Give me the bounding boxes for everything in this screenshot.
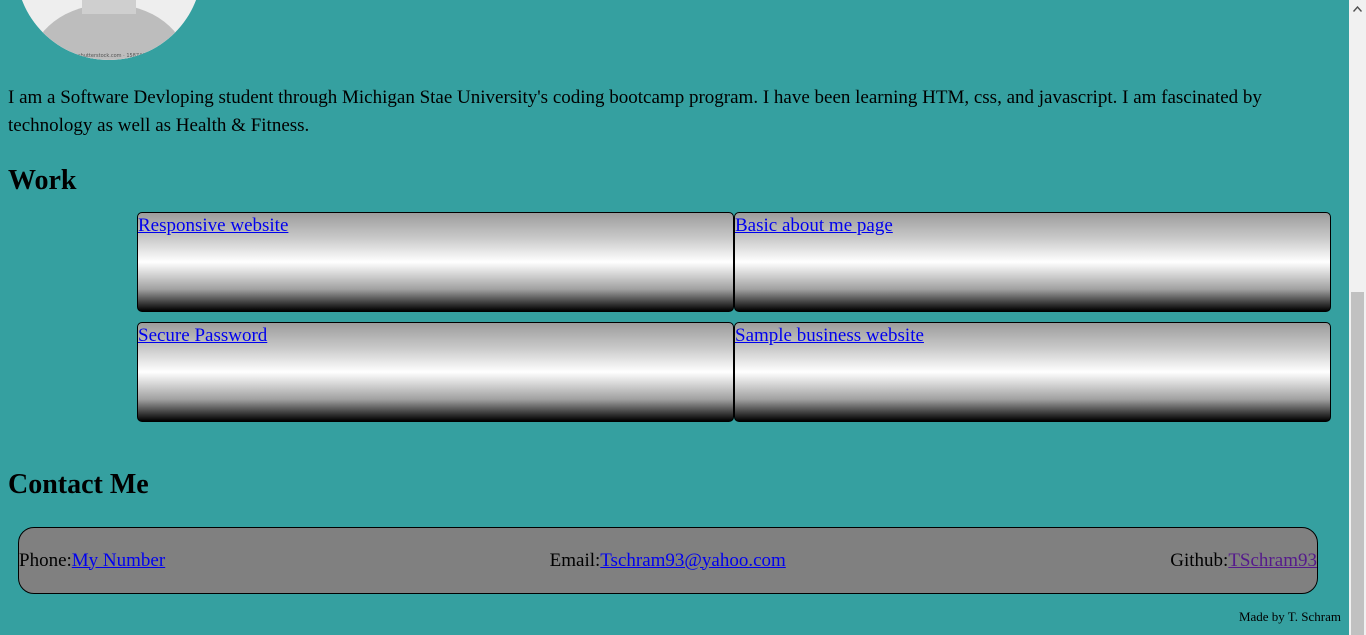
- phone-label: Phone:: [19, 549, 72, 571]
- vertical-scrollbar[interactable]: [1349, 0, 1366, 635]
- github-link[interactable]: TSchram93: [1228, 550, 1317, 571]
- contact-heading: Contact Me: [8, 469, 149, 500]
- work-link-basic-about-me[interactable]: Basic about me page: [735, 215, 893, 236]
- footer-credit: Made by T. Schram: [1238, 609, 1341, 624]
- avatar-placeholder-icon: www.shutterstock.com · 1587402...: [16, 0, 202, 60]
- scrollbar-thumb[interactable]: [1351, 292, 1364, 635]
- work-card-secure-password: Secure Password: [137, 322, 734, 422]
- phone-link[interactable]: My Number: [72, 550, 165, 571]
- scroll-up-arrow-icon[interactable]: [1349, 0, 1366, 17]
- work-card-sample-business: Sample business website: [734, 322, 1331, 422]
- work-link-secure-password[interactable]: Secure Password: [138, 325, 267, 346]
- avatar-watermark: www.shutterstock.com · 1587402...: [65, 53, 154, 59]
- github-label: Github:: [1170, 549, 1229, 571]
- work-link-sample-business[interactable]: Sample business website: [735, 325, 924, 346]
- work-link-responsive-website[interactable]: Responsive website: [138, 215, 288, 236]
- contact-phone: Phone:My Number: [19, 550, 165, 572]
- contact-github: Github:TSchram93: [1170, 550, 1317, 572]
- contact-email: Email:Tschram93@yahoo.com: [550, 550, 786, 572]
- email-label: Email:: [549, 549, 601, 571]
- contact-box: Phone:My Number Email:Tschram93@yahoo.co…: [18, 527, 1318, 594]
- work-card-basic-about-me: Basic about me page: [734, 212, 1331, 312]
- profile-avatar: www.shutterstock.com · 1587402...: [16, 0, 202, 60]
- work-card-responsive-website: Responsive website: [137, 212, 734, 312]
- about-text: I am a Software Devloping student throug…: [8, 87, 1262, 136]
- email-link[interactable]: Tschram93@yahoo.com: [600, 550, 786, 571]
- page: www.shutterstock.com · 1587402... I am a…: [0, 0, 1349, 635]
- work-heading: Work: [8, 165, 77, 196]
